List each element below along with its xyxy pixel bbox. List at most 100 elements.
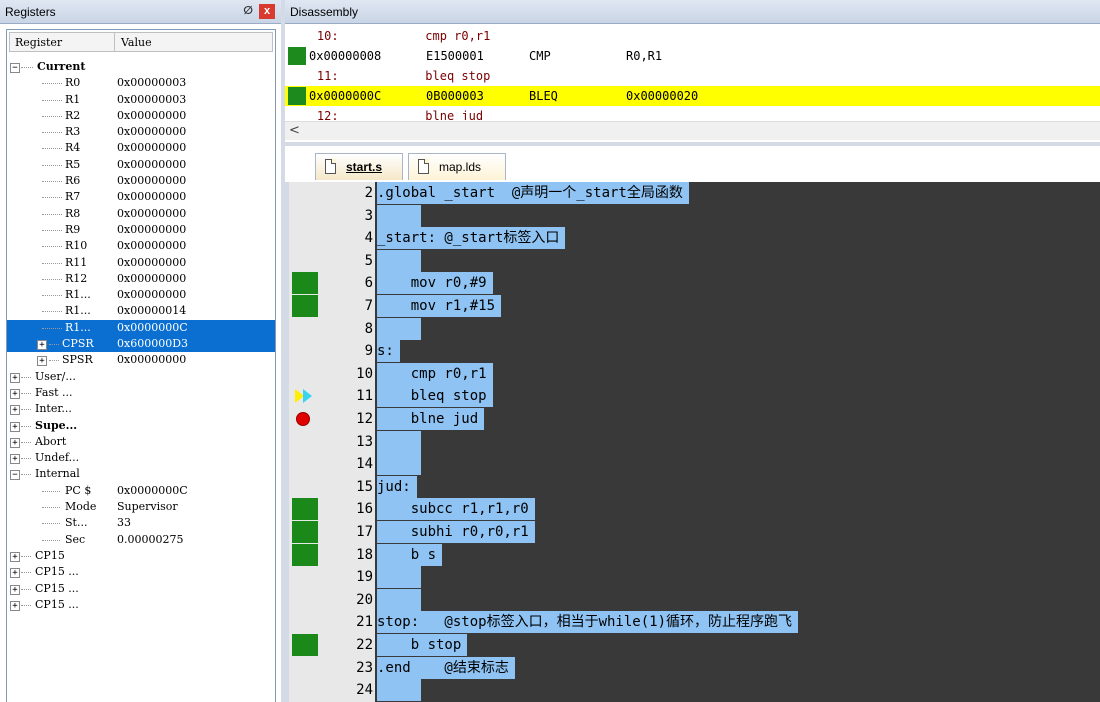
code-line[interactable]: 17 subhi r0,r0,r1: [289, 521, 1100, 544]
line-number: 11: [356, 388, 373, 405]
register-value: 0x0000000C: [117, 483, 188, 497]
expand-icon[interactable]: +: [10, 388, 20, 399]
tree-node-group[interactable]: + Inter...: [7, 401, 275, 417]
tree-node-group[interactable]: + Supe...: [7, 418, 275, 434]
internal-row[interactable]: PC $ 0x0000000C: [7, 483, 275, 499]
tree-connector: [42, 229, 62, 231]
code-line[interactable]: 8: [289, 317, 1100, 341]
expand-icon[interactable]: +: [10, 372, 20, 383]
tree-node-cp15[interactable]: + CP15 ...: [7, 564, 275, 580]
code-line[interactable]: 14: [289, 453, 1100, 476]
disassembly-source-line[interactable]: 12: blne jud: [285, 106, 1100, 120]
register-row[interactable]: R1... 0x00000014: [7, 303, 275, 319]
expand-icon[interactable]: +: [10, 600, 20, 611]
register-row[interactable]: R11 0x00000000: [7, 255, 275, 271]
register-row[interactable]: R1... 0x00000000: [7, 287, 275, 303]
code-line[interactable]: 20: [289, 588, 1100, 612]
tree-connector: [49, 360, 59, 362]
code-text: [377, 430, 421, 453]
expand-icon[interactable]: +: [10, 584, 20, 595]
internal-row[interactable]: St... 33: [7, 515, 275, 531]
register-row[interactable]: R2 0x00000000: [7, 108, 275, 124]
register-row[interactable]: R5 0x00000000: [7, 157, 275, 173]
code-line[interactable]: 19: [289, 566, 1100, 589]
disassembly-instruction-line[interactable]: 0x00000008 E1500001 CMP R0,R1: [285, 46, 1100, 66]
code-line[interactable]: 18 b s: [289, 543, 1100, 567]
exec-coverage-marker: [292, 272, 318, 295]
internal-row[interactable]: Sec 0.00000275: [7, 532, 275, 548]
col-value-header[interactable]: Value: [114, 33, 152, 51]
register-value: Supervisor: [117, 500, 178, 514]
disassembly-source-line[interactable]: 10: cmp r0,r1: [285, 26, 1100, 46]
code-line[interactable]: 5: [289, 249, 1100, 273]
code-line[interactable]: 16 subcc r1,r1,r0: [289, 498, 1100, 521]
collapse-icon[interactable]: −: [10, 470, 20, 481]
code-line[interactable]: 6 mov r0,#9: [289, 272, 1100, 295]
register-row[interactable]: R1... 0x0000000C: [7, 319, 275, 337]
register-row[interactable]: R4 0x00000000: [7, 140, 275, 156]
register-row[interactable]: R7 0x00000000: [7, 189, 275, 205]
code-line[interactable]: 11 bleq stop: [289, 385, 1100, 408]
register-row[interactable]: R12 0x00000000: [7, 271, 275, 287]
breakpoint-icon[interactable]: [296, 412, 310, 426]
line-number: 24: [356, 682, 373, 699]
code-line[interactable]: 24: [289, 679, 1100, 702]
tree-node-group[interactable]: + Fast ...: [7, 385, 275, 401]
expand-icon[interactable]: +: [10, 421, 20, 432]
col-register-header[interactable]: Register: [15, 33, 62, 53]
tree-node-current[interactable]: − Current: [7, 59, 275, 75]
registers-tree[interactable]: Register Value − Current R0 0x00000003 R1 0x0…: [6, 29, 276, 702]
code-line[interactable]: 9 s:: [289, 340, 1100, 363]
register-row[interactable]: R0 0x00000003: [7, 75, 275, 91]
tree-node-group[interactable]: + Abort: [7, 434, 275, 450]
code-line[interactable]: 22 b stop: [289, 634, 1100, 657]
register-row[interactable]: R3 0x00000000: [7, 124, 275, 140]
code-line[interactable]: 3: [289, 204, 1100, 228]
tab-start-s[interactable]: start.s: [315, 153, 403, 180]
code-line[interactable]: 15 jud:: [289, 475, 1100, 499]
code-line[interactable]: 4 _start: @_start标签入口: [289, 227, 1100, 250]
disassembly-hscrollbar[interactable]: <: [285, 121, 1100, 140]
code-line[interactable]: 13: [289, 430, 1100, 454]
pin-icon[interactable]: ⵁ: [243, 4, 253, 18]
expand-icon[interactable]: +: [10, 437, 20, 448]
register-row[interactable]: + CPSR 0x600000D3: [7, 336, 275, 353]
tree-node-cp15[interactable]: + CP15: [7, 548, 275, 564]
code-line[interactable]: 10 cmp r0,r1: [289, 362, 1100, 386]
code-editor[interactable]: 2 .global _start @声明一个_start全局函数 3 4 _start:…: [289, 182, 1100, 702]
register-row[interactable]: + SPSR 0x00000000: [7, 352, 275, 368]
expand-icon[interactable]: +: [37, 356, 47, 367]
code-line[interactable]: 21 stop: @stop标签入口，相当于while(1)循环，防止程序跑飞: [289, 611, 1100, 634]
register-row[interactable]: R8 0x00000000: [7, 206, 275, 222]
tree-node-cp15[interactable]: + CP15 ...: [7, 597, 275, 613]
tree-node-internal[interactable]: − Internal: [7, 466, 275, 482]
internal-row[interactable]: Mode Supervisor: [7, 499, 275, 515]
expand-icon[interactable]: +: [10, 551, 20, 562]
disassembly-lines[interactable]: 10: cmp r0,r1 0x00000008 E1500001 CMP R0,R1 …: [285, 26, 1100, 120]
tree-node-group[interactable]: + User/...: [7, 369, 275, 385]
tab-map-lds[interactable]: map.lds: [408, 153, 506, 180]
tree-node-cp15[interactable]: + CP15 ...: [7, 581, 275, 597]
disassembly-instruction-line[interactable]: 0x0000000C 0B000003 BLEQ 0x00000020: [285, 86, 1100, 106]
register-name: Abort: [35, 434, 67, 448]
code-line[interactable]: 2 .global _start @声明一个_start全局函数: [289, 182, 1100, 205]
register-row[interactable]: R10 0x00000000: [7, 238, 275, 254]
collapse-icon[interactable]: −: [10, 63, 20, 73]
expand-icon[interactable]: +: [10, 454, 20, 465]
register-row[interactable]: R9 0x00000000: [7, 222, 275, 238]
disassembly-source-line[interactable]: 11: bleq stop: [285, 66, 1100, 86]
tree-node-group[interactable]: + Undef...: [7, 450, 275, 466]
scroll-left-icon[interactable]: <: [289, 122, 300, 140]
code-line[interactable]: 7 mov r1,#15: [289, 295, 1100, 318]
tree-connector: [21, 458, 31, 460]
expand-icon[interactable]: +: [10, 568, 20, 579]
code-line[interactable]: 12 blne jud: [289, 408, 1100, 431]
register-row[interactable]: R1 0x00000003: [7, 92, 275, 108]
expand-icon[interactable]: +: [37, 340, 47, 351]
instruction-addr: 0x00000008: [309, 49, 382, 63]
expand-icon[interactable]: +: [10, 405, 20, 416]
register-row[interactable]: R6 0x00000000: [7, 173, 275, 189]
close-icon[interactable]: x: [259, 4, 275, 19]
register-value: 0x00000000: [117, 288, 187, 302]
code-line[interactable]: 23 .end @结束标志: [289, 656, 1100, 680]
